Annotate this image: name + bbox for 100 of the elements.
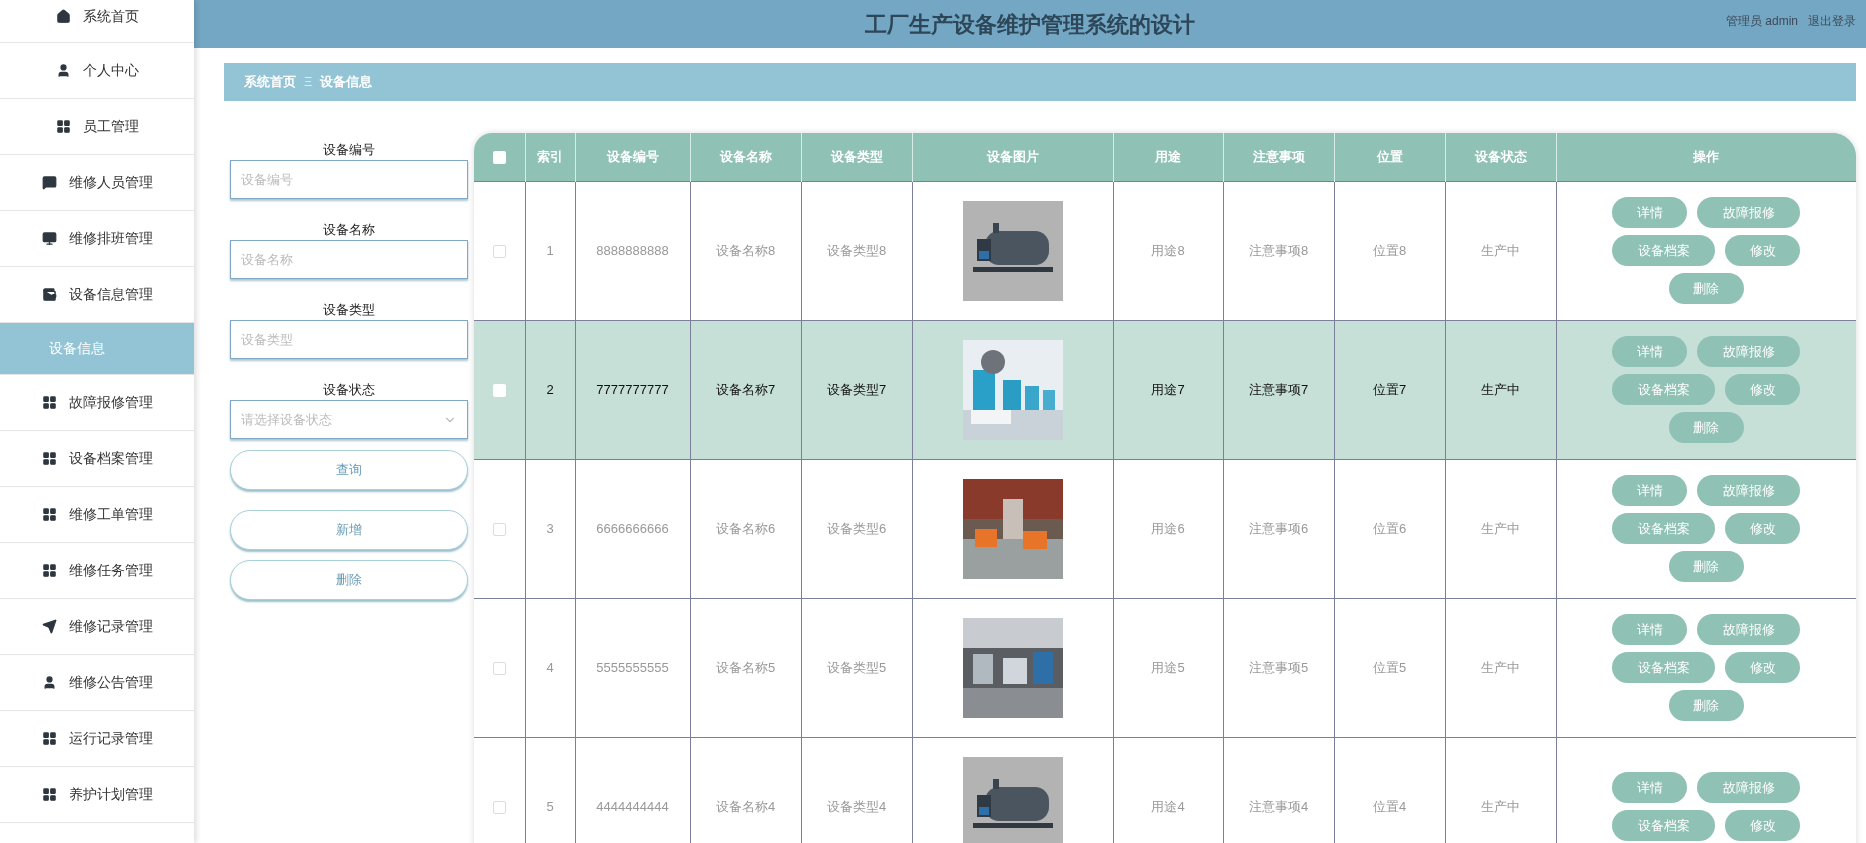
row-action-button[interactable]: 修改 [1725, 235, 1801, 266]
row-action-button[interactable]: 设备档案 [1612, 374, 1716, 405]
home-icon [55, 8, 71, 24]
row-action-button[interactable]: 故障报修 [1697, 475, 1801, 506]
sidebar-item[interactable]: 设备档案管理 [0, 431, 194, 487]
row-checkbox[interactable] [492, 522, 506, 536]
row-action-button[interactable]: 设备档案 [1612, 235, 1716, 266]
table-cell: 5555555555 [575, 598, 690, 737]
sidebar-item[interactable]: 维修工单管理 [0, 487, 194, 543]
sidebar-item[interactable]: 员工管理 [0, 99, 194, 155]
wallet-icon [41, 287, 57, 302]
row-action-button[interactable]: 设备档案 [1612, 810, 1716, 841]
table-cell: 生产中 [1445, 459, 1556, 598]
table-cell: 设备名称5 [690, 598, 801, 737]
send-icon [41, 619, 57, 634]
table-cell: 6666666666 [575, 459, 690, 598]
action-button[interactable]: 删除 [230, 560, 468, 600]
row-checkbox[interactable] [492, 383, 506, 397]
table-cell: 生产中 [1445, 181, 1556, 320]
sidebar-item[interactable]: 个人中心 [0, 43, 194, 99]
table-cell: 7777777777 [575, 320, 690, 459]
row-action-button[interactable]: 故障报修 [1697, 336, 1801, 367]
row-action-button[interactable]: 修改 [1725, 652, 1801, 683]
sidebar-item[interactable]: 运行记录管理 [0, 711, 194, 767]
sidebar-item[interactable]: 维修任务管理 [0, 543, 194, 599]
sidebar-item[interactable]: 故障报修管理 [0, 375, 194, 431]
field-label: 设备状态 [323, 381, 375, 399]
table-cell: 设备名称8 [690, 181, 801, 320]
column-header: 用途 [1113, 133, 1223, 181]
search-field[interactable]: 设备名称 [230, 240, 468, 279]
column-header: 操作 [1556, 133, 1856, 181]
grid-icon [41, 395, 57, 410]
search-field[interactable]: 设备类型 [230, 320, 468, 359]
row-action-button[interactable]: 故障报修 [1697, 614, 1801, 645]
search-field[interactable]: 设备编号 [230, 160, 468, 199]
row-action-button[interactable]: 详情 [1612, 336, 1688, 367]
grid-icon [55, 119, 71, 134]
chat-icon [41, 175, 57, 190]
column-header: 设备编号 [575, 133, 690, 181]
table-row[interactable]: 3 6666666666 设备名称6 设备类型6 用途6 注意事项6 位置6 生产中 详情 故障报修 设备档案 修改 删除 [474, 459, 1856, 598]
table-cell: 设备类型6 [801, 459, 912, 598]
table-row[interactable]: 4 5555555555 设备名称5 设备类型5 用途5 注意事项5 位置5 生产中 详情 故障报修 设备档案 修改 删除 [474, 598, 1856, 737]
sidebar-item[interactable]: 设备信息 [0, 323, 194, 375]
table-cell: 注意事项5 [1223, 598, 1334, 737]
table-cell: 注意事项6 [1223, 459, 1334, 598]
table-cell: 生产中 [1445, 320, 1556, 459]
logout-link[interactable]: 退出登录 [1808, 12, 1856, 30]
status-select[interactable]: 请选择设备状态 [230, 400, 468, 439]
row-checkbox[interactable] [492, 244, 506, 258]
sidebar-item[interactable]: 维修记录管理 [0, 599, 194, 655]
row-action-button[interactable]: 删除 [1668, 273, 1744, 304]
row-action-button[interactable]: 删除 [1668, 551, 1744, 582]
action-button[interactable]: 新增 [230, 510, 468, 550]
row-action-button[interactable]: 设备档案 [1612, 513, 1716, 544]
table-row[interactable]: 2 7777777777 设备名称7 设备类型7 用途7 注意事项7 位置7 生产中 详情 故障报修 设备档案 修改 删除 [474, 320, 1856, 459]
table-cell: 用途6 [1113, 459, 1223, 598]
table-cell: 设备名称6 [690, 459, 801, 598]
row-action-button[interactable]: 详情 [1612, 772, 1688, 803]
row-action-button[interactable]: 删除 [1668, 690, 1744, 721]
column-header: 设备图片 [912, 133, 1113, 181]
action-button[interactable]: 查询 [230, 450, 468, 490]
row-action-button[interactable]: 修改 [1725, 513, 1801, 544]
table-cell: 注意事项7 [1223, 320, 1334, 459]
row-action-button[interactable]: 故障报修 [1697, 772, 1801, 803]
sidebar-item[interactable]: 维修公告管理 [0, 655, 194, 711]
column-header: 设备类型 [801, 133, 912, 181]
table-cell: 生产中 [1445, 598, 1556, 737]
select-all-checkbox[interactable] [492, 151, 506, 165]
row-checkbox[interactable] [492, 661, 506, 675]
sidebar-item[interactable]: 养护计划管理 [0, 767, 194, 823]
row-action-button[interactable]: 详情 [1612, 614, 1688, 645]
table-cell: 位置8 [1334, 181, 1445, 320]
table-cell: 8888888888 [575, 181, 690, 320]
row-action-button[interactable]: 详情 [1612, 475, 1688, 506]
column-header: 位置 [1334, 133, 1445, 181]
row-checkbox[interactable] [492, 800, 506, 814]
user-icon [55, 63, 71, 78]
table-cell: 位置6 [1334, 459, 1445, 598]
row-action-button[interactable]: 故障报修 [1697, 197, 1801, 228]
column-header: 注意事项 [1223, 133, 1334, 181]
table-cell: 设备类型5 [801, 598, 912, 737]
app-title: 工厂生产设备维护管理系统的设计 [865, 10, 1195, 39]
sidebar-item[interactable]: 维修人员管理 [0, 155, 194, 211]
row-action-button[interactable]: 详情 [1612, 197, 1688, 228]
grid-icon [41, 787, 57, 802]
row-action-button[interactable]: 设备档案 [1612, 652, 1716, 683]
table-cell: 用途8 [1113, 181, 1223, 320]
user-icon [41, 675, 57, 690]
table-cell: 设备名称7 [690, 320, 801, 459]
user-label: 管理员 admin [1725, 13, 1798, 30]
breadcrumb-link[interactable]: 系统首页 [244, 72, 296, 92]
row-action-button[interactable]: 修改 [1725, 374, 1801, 405]
row-action-button[interactable]: 修改 [1725, 810, 1801, 841]
table-row[interactable]: 5 4444444444 设备名称4 设备类型4 用途4 注意事项4 位置4 生产中 详情 故障报修 设备档案 修改 [474, 737, 1856, 843]
table-row[interactable]: 1 8888888888 设备名称8 设备类型8 用途8 注意事项8 位置8 生产中 详情 故障报修 设备档案 修改 删除 [474, 181, 1856, 320]
column-header: 索引 [525, 133, 575, 181]
field-label: 设备名称 [323, 221, 375, 239]
table-cell: 设备类型7 [801, 320, 912, 459]
row-action-button[interactable]: 删除 [1668, 412, 1744, 443]
sidebar-item[interactable]: 维修排班管理 [0, 211, 194, 267]
